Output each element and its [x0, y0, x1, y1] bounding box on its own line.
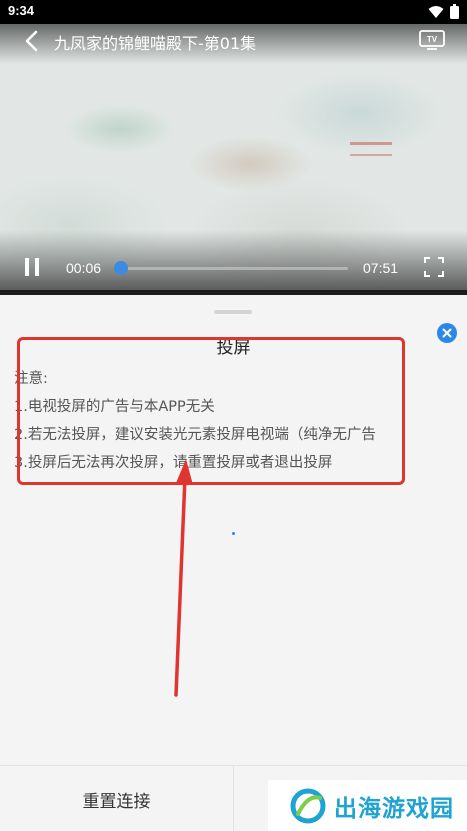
action-separator: [233, 766, 234, 831]
video-title: 九凤家的锦鲤喵殿下-第01集: [54, 34, 257, 53]
cast-sheet: 投屏 注意: 1.电视投屏的广告与本APP无关 2.若无法投屏，建议安装光元素投…: [0, 295, 467, 831]
annotation-highlight-box: [17, 337, 405, 485]
loading-indicator: [232, 532, 235, 535]
wifi-icon: [428, 5, 444, 18]
watermark-text: 出海游戏园: [334, 795, 454, 822]
total-time: 07:51: [363, 260, 399, 276]
status-bar: 9:34: [0, 0, 467, 24]
back-arrow-icon: [25, 30, 38, 52]
annotation-arrow-icon: [174, 459, 193, 697]
back-button[interactable]: [18, 28, 44, 54]
status-icons: [428, 4, 459, 19]
status-time: 9:34: [8, 3, 35, 18]
close-icon: [442, 328, 452, 338]
battery-icon: [450, 4, 459, 19]
pause-icon[interactable]: [22, 256, 44, 278]
video-player[interactable]: 九凤家的锦鲤喵殿下-第01集 TV 00:06 07:51: [0, 24, 467, 290]
watermark: 出海游戏园: [268, 780, 467, 831]
watermark-logo-icon: [290, 788, 326, 823]
fullscreen-icon[interactable]: [424, 257, 444, 277]
tv-cast-button[interactable]: TV: [419, 29, 445, 51]
progress-bar[interactable]: [118, 267, 348, 270]
svg-text:TV: TV: [427, 35, 438, 44]
drag-handle[interactable]: [214, 310, 252, 314]
video-frame-detail: [350, 142, 392, 156]
current-time: 00:06: [66, 260, 102, 276]
reset-connection-button[interactable]: 重置连接: [0, 766, 233, 831]
progress-knob[interactable]: [114, 261, 128, 275]
close-button[interactable]: [437, 323, 457, 343]
tv-icon: TV: [419, 30, 445, 50]
